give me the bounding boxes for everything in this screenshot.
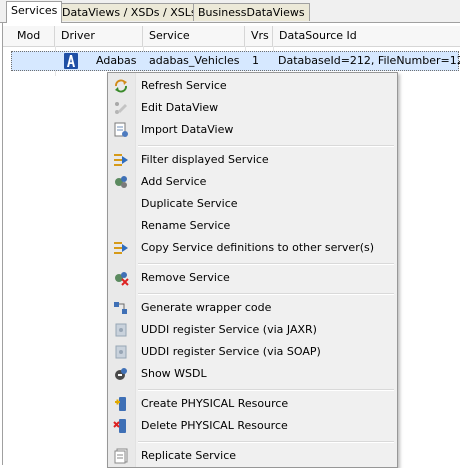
menu-item-show-wsdl[interactable]: Show WSDL bbox=[110, 363, 395, 385]
menu-item-add-service[interactable]: Add Service bbox=[110, 171, 395, 193]
adabas-A-icon bbox=[64, 53, 78, 71]
remove-service-icon bbox=[113, 270, 129, 286]
cell-vrs: 1 bbox=[252, 54, 259, 67]
menu-item-label: Create PHYSICAL Resource bbox=[141, 397, 289, 410]
menu-item-create-physical-resource[interactable]: Create PHYSICAL Resource bbox=[110, 393, 395, 415]
menu-item-label: Remove Service bbox=[141, 271, 230, 284]
menu-separator bbox=[138, 145, 394, 147]
menu-item-label: Refresh Service bbox=[141, 79, 227, 92]
menu-separator bbox=[138, 441, 394, 443]
uddi-jaxr-icon bbox=[113, 322, 129, 338]
menu-item-replicate-service[interactable]: Replicate Service bbox=[110, 445, 395, 467]
refresh-icon bbox=[113, 78, 129, 94]
menu-item-label: Delete PHYSICAL Resource bbox=[141, 419, 288, 432]
context-menu: Refresh Service Edit DataView Import Dat… bbox=[107, 72, 398, 468]
menu-item-label: Show WSDL bbox=[141, 367, 207, 380]
tab-businessdataviews[interactable]: BusinessDataViews bbox=[193, 3, 310, 21]
tab-dataviews[interactable]: DataViews / XSDs / XSLs bbox=[57, 3, 202, 21]
cell-datasource-id: DatabaseId=212, FileNumber=12 bbox=[278, 54, 460, 67]
uddi-soap-icon bbox=[113, 344, 129, 360]
menu-item-generate-wrapper-code[interactable]: Generate wrapper code bbox=[110, 297, 395, 319]
generate-code-icon bbox=[113, 300, 129, 316]
menu-separator bbox=[138, 263, 394, 265]
menu-item-label: UDDI register Service (via JAXR) bbox=[141, 323, 317, 336]
tab-bar: Services DataViews / XSDs / XSLs Busines… bbox=[0, 0, 460, 23]
import-dataview-icon bbox=[113, 122, 129, 138]
menu-item-copy-service-definitions[interactable]: Copy Service definitions to other server… bbox=[110, 237, 395, 259]
menu-item-remove-service[interactable]: Remove Service bbox=[110, 267, 395, 289]
copy-definitions-icon bbox=[113, 240, 129, 256]
menu-item-label: Rename Service bbox=[141, 219, 231, 232]
filter-icon bbox=[113, 152, 129, 168]
menu-item-edit-dataview[interactable]: Edit DataView bbox=[110, 97, 395, 119]
menu-separator bbox=[138, 389, 394, 391]
menu-item-label: Generate wrapper code bbox=[141, 301, 272, 314]
cell-service: adabas_Vehicles bbox=[149, 54, 240, 67]
menu-item-label: Copy Service definitions to other server… bbox=[141, 241, 375, 254]
menu-item-label: Add Service bbox=[141, 175, 207, 188]
table-row-selected[interactable]: Adabas adabas_Vehicles 1 DatabaseId=212,… bbox=[11, 51, 460, 71]
table-header: Mod Driver Service Vrs DataSource Id bbox=[3, 26, 460, 47]
column-mod[interactable]: Mod bbox=[11, 26, 55, 46]
create-resource-icon bbox=[113, 396, 129, 412]
delete-resource-icon bbox=[113, 418, 129, 434]
menu-item-label: Duplicate Service bbox=[141, 197, 238, 210]
cell-driver: Adabas bbox=[96, 54, 137, 67]
menu-separator bbox=[138, 293, 394, 295]
column-datasource-id[interactable]: DataSource Id bbox=[273, 26, 460, 46]
menu-item-label: UDDI register Service (via SOAP) bbox=[141, 345, 321, 358]
menu-item-label: Filter displayed Service bbox=[141, 153, 269, 166]
menu-item-duplicate-service[interactable]: Duplicate Service bbox=[110, 193, 395, 215]
column-driver[interactable]: Driver bbox=[55, 26, 143, 46]
wsdl-icon bbox=[113, 366, 129, 382]
menu-item-filter-displayed-service[interactable]: Filter displayed Service bbox=[110, 149, 395, 171]
menu-item-import-dataview[interactable]: Import DataView bbox=[110, 119, 395, 141]
column-vrs[interactable]: Vrs bbox=[245, 26, 273, 46]
menu-item-delete-physical-resource[interactable]: Delete PHYSICAL Resource bbox=[110, 415, 395, 437]
menu-item-refresh-service[interactable]: Refresh Service bbox=[110, 75, 395, 97]
column-service[interactable]: Service bbox=[143, 26, 245, 46]
menu-item-rename-service[interactable]: Rename Service bbox=[110, 215, 395, 237]
menu-item-label: Replicate Service bbox=[141, 449, 237, 462]
menu-item-label: Edit DataView bbox=[141, 101, 219, 114]
menu-item-uddi-register-soap[interactable]: UDDI register Service (via SOAP) bbox=[110, 341, 395, 363]
menu-item-label: Import DataView bbox=[141, 123, 234, 136]
menu-item-uddi-register-jaxr[interactable]: UDDI register Service (via JAXR) bbox=[110, 319, 395, 341]
edit-dataview-icon bbox=[113, 100, 129, 116]
tab-services[interactable]: Services bbox=[6, 1, 63, 23]
replicate-icon bbox=[113, 448, 129, 464]
add-service-icon bbox=[113, 174, 129, 190]
